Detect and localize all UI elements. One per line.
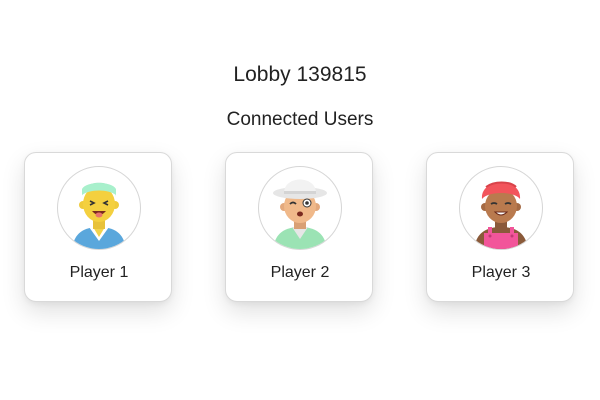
- player-name: Player 1: [69, 264, 129, 281]
- player-card: Player 2: [225, 152, 373, 302]
- avatar-red-turban-icon: [474, 181, 528, 249]
- player-avatar: [258, 166, 342, 250]
- player-avatar: [459, 166, 543, 250]
- player-avatar: [57, 166, 141, 250]
- avatar-yellow-headband-icon: [72, 182, 126, 249]
- lobby-title: Lobby 139815: [233, 63, 367, 86]
- connected-users-heading: Connected Users: [226, 109, 374, 130]
- player-card-list: Player 1 Player 2 Player 3: [24, 152, 576, 304]
- player-name: Player 2: [270, 264, 330, 281]
- avatar-white-hat-winking-icon: [273, 179, 327, 249]
- player-card: Player 1: [24, 152, 172, 302]
- player-card: Player 3: [426, 152, 574, 302]
- player-name: Player 3: [471, 264, 531, 281]
